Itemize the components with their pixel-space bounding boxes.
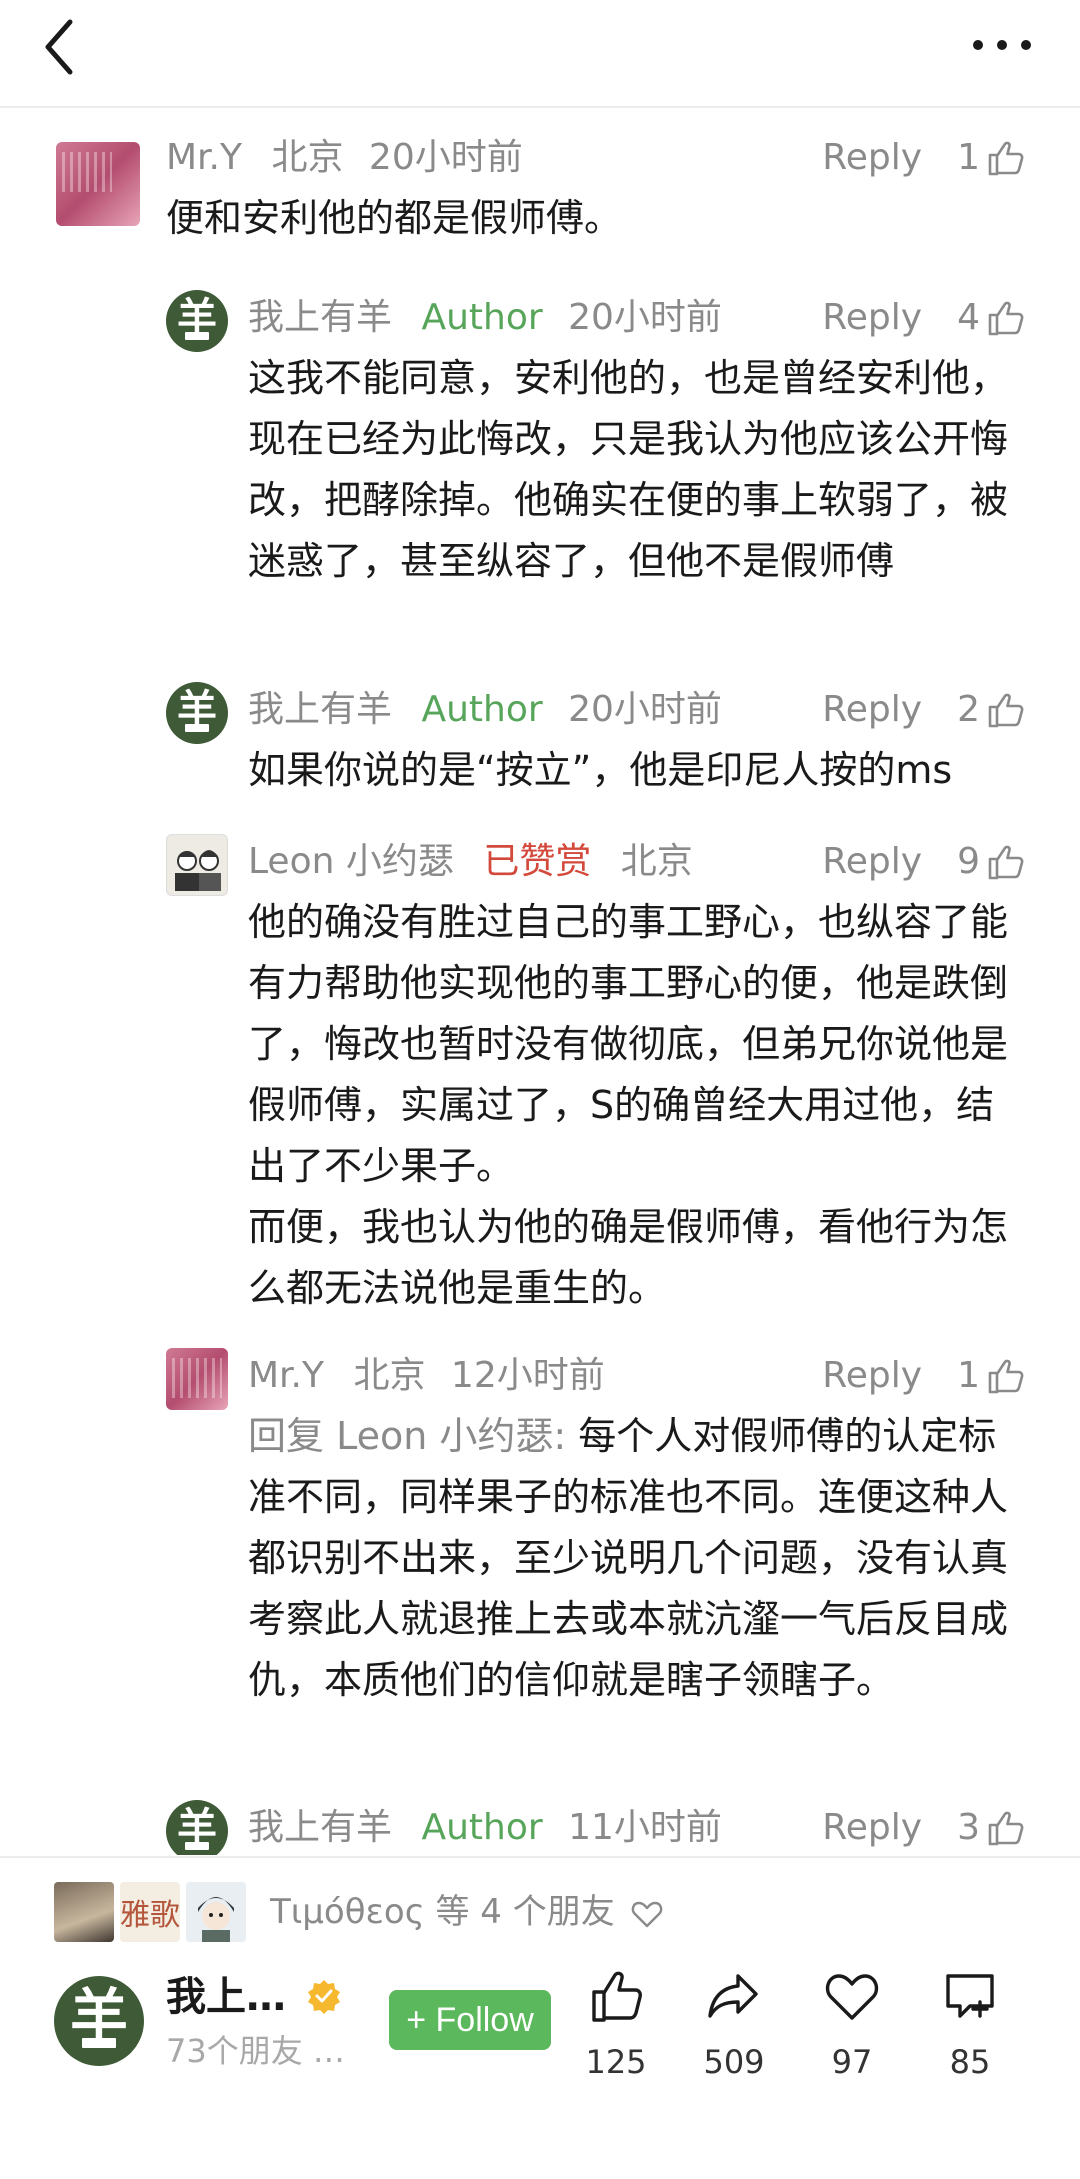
avatar[interactable]	[166, 834, 228, 896]
reply-prefix[interactable]: 回复 Leon 小约瑟:	[248, 1414, 566, 1458]
thumb-up-icon[interactable]	[986, 690, 1026, 730]
reply-button[interactable]: Reply	[822, 290, 922, 346]
thumb-up-icon[interactable]	[986, 298, 1026, 338]
reward-badge: 已赞赏	[483, 841, 592, 882]
comment-location: 北京	[353, 1355, 426, 1396]
reply-item: 羊 我上有羊 Author 20小时前 Reply 2 如果你说的是“按立”，他…	[166, 682, 1026, 802]
author-badge: Author	[421, 297, 543, 338]
comment-time: 12小时前	[450, 1355, 605, 1396]
avatar[interactable]: 羊	[166, 290, 228, 352]
avatar[interactable]: 羊	[166, 682, 228, 744]
comment-stat[interactable]: 85	[920, 1966, 1020, 2082]
reply-button[interactable]: Reply	[822, 1348, 922, 1404]
author-badge: Author	[421, 1807, 543, 1848]
avatar[interactable]	[166, 1348, 228, 1410]
author-sub: 73个朋友 …	[166, 2032, 345, 2070]
comment-meta: Leon 小约瑟 已赞赏 北京	[248, 834, 693, 890]
comment-user[interactable]: 我上有羊	[248, 689, 392, 730]
thumb-up-icon[interactable]	[986, 138, 1026, 178]
comment-meta: 我上有羊 Author 20小时前	[248, 682, 722, 738]
top-bar	[0, 0, 1080, 108]
comment-meta: Mr.Y 北京 12小时前	[248, 1348, 605, 1404]
thumb-up-icon	[592, 1971, 642, 2022]
comment-time: 20小时前	[568, 297, 722, 338]
comment-item: Mr.Y 北京 20小时前 Reply 1 便和安利他的都是假师傅。	[56, 130, 1026, 250]
comment-paragraph: 他的确没有胜过自己的事工野心，也纵容了能有力帮助他实现他的事工野心的便，他是跌倒…	[248, 900, 1009, 1188]
avatar[interactable]	[56, 142, 140, 226]
heart-icon	[631, 1901, 662, 1927]
comment-list: Mr.Y 北京 20小时前 Reply 1 便和安利他的都是假师傅。 羊 我上有…	[0, 110, 1080, 1855]
reply-button[interactable]: Reply	[822, 1800, 922, 1855]
comment-paragraph: 而便，我也认为他的确是假师傅，看他行为怎么都无法说他是重生的。	[248, 1205, 1009, 1310]
comment-time: 11小时前	[568, 1807, 722, 1848]
like-count: 2	[957, 689, 980, 730]
friend-avatar	[54, 1882, 114, 1942]
comment-meta: 我上有羊 Author 20小时前	[248, 290, 722, 346]
comment-user[interactable]: Leon 小约瑟	[248, 841, 454, 882]
share-stat[interactable]: 509	[684, 1966, 784, 2082]
bottom-bar: 羊 我上… 73个朋友 … + Follow 125 509 97 85	[0, 1966, 1080, 2179]
favorite-stat[interactable]: 97	[802, 1966, 902, 2082]
comment-text: 如果你说的是“按立”，他是印尼人按的ms	[248, 748, 953, 792]
author-avatar[interactable]: 羊	[54, 1976, 144, 2066]
like-count: 1	[957, 1355, 980, 1396]
share-total: 509	[703, 2043, 765, 2081]
author-badge: Author	[421, 689, 543, 730]
reply-item: 羊 我上有羊 Author 11小时前 Reply 3	[166, 1800, 1026, 1855]
like-count: 1	[957, 137, 980, 178]
comment-user[interactable]: Mr.Y	[166, 137, 242, 178]
like-total: 125	[585, 2043, 647, 2081]
comment-user[interactable]: 我上有羊	[248, 297, 392, 338]
thumb-up-icon[interactable]	[986, 1356, 1026, 1396]
author-name[interactable]: 我上…	[166, 1966, 342, 2028]
friends-liked-bar[interactable]: 雅歌 Τιμόθεος 等 4 个朋友	[0, 1856, 1080, 1966]
friends-liked-text: Τιμόθεος 等 4 个朋友	[270, 1884, 664, 1940]
comment-icon	[946, 1974, 994, 2018]
comment-time: 20小时前	[568, 689, 722, 730]
comment-user[interactable]: 我上有羊	[248, 1807, 392, 1848]
reply-button[interactable]: Reply	[822, 130, 922, 186]
comment-meta: Mr.Y 北京 20小时前	[166, 130, 523, 186]
verified-icon	[307, 1980, 340, 2014]
friend-avatar: 雅歌	[120, 1882, 180, 1942]
comment-meta: 我上有羊 Author 11小时前	[248, 1800, 722, 1855]
comment-text: 这我不能同意，安利他的，也是曾经安利他，现在已经为此悔改，只是我认为他应该公开悔…	[248, 356, 1009, 583]
comment-text: 他的确没有胜过自己的事工野心，也纵容了能有力帮助他实现他的事工野心的便，他是跌倒…	[248, 892, 1018, 1319]
back-icon[interactable]	[36, 16, 86, 78]
comment-text: 回复 Leon 小约瑟: 每个人对假师傅的认定标准不同，同样果子的标准也不同。连…	[248, 1406, 1018, 1711]
share-icon	[708, 1974, 758, 2018]
comment-time: 20小时前	[368, 137, 523, 178]
reply-button[interactable]: Reply	[822, 682, 922, 738]
comment-text: 便和安利他的都是假师傅。	[166, 196, 623, 240]
follow-button[interactable]: + Follow	[389, 1990, 551, 2050]
heart-icon	[825, 1974, 879, 2020]
reply-item: Mr.Y 北京 12小时前 Reply 1 回复 Leon 小约瑟: 每个人对假…	[166, 1348, 1026, 1728]
reply-item: 羊 我上有羊 Author 20小时前 Reply 4 这我不能同意，安利他的，…	[166, 290, 1026, 590]
more-icon[interactable]	[970, 30, 1034, 60]
favorite-total: 97	[831, 2043, 873, 2081]
comment-total: 85	[949, 2043, 991, 2081]
like-count: 3	[957, 1807, 980, 1848]
like-stat[interactable]: 125	[566, 1966, 666, 2082]
article-comments-page: Mr.Y 北京 20小时前 Reply 1 便和安利他的都是假师傅。 羊 我上有…	[0, 0, 1080, 2179]
like-count: 4	[957, 297, 980, 338]
like-count: 9	[957, 841, 980, 882]
comment-location: 北京	[620, 841, 693, 882]
comment-user[interactable]: Mr.Y	[248, 1355, 324, 1396]
comment-location: 北京	[271, 137, 344, 178]
reply-button[interactable]: Reply	[822, 834, 922, 890]
avatar[interactable]: 羊	[166, 1800, 228, 1855]
reply-item: Leon 小约瑟 已赞赏 北京 Reply 9 他的确没有胜过自己的事工野心，也…	[166, 834, 1026, 1310]
thumb-up-icon[interactable]	[986, 842, 1026, 882]
friend-avatar	[186, 1882, 246, 1942]
thumb-up-icon[interactable]	[986, 1808, 1026, 1848]
